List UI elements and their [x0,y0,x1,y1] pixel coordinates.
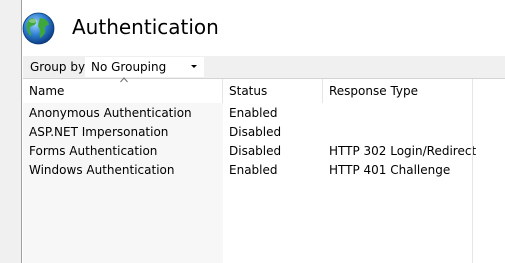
column-divider [472,79,473,263]
page-title: Authentication [72,15,219,39]
group-by-label: Group by: [30,60,89,74]
globe-icon [22,12,55,45]
group-by-value: No Grouping [91,60,167,74]
page-header: Authentication [22,0,505,56]
dropdown-arrow-icon [191,65,197,68]
column-header-response-type[interactable]: Response Type [323,79,473,103]
column-header-name[interactable]: Name [23,77,223,103]
row-status: Disabled [229,125,282,139]
table-row[interactable]: Windows Authentication Enabled HTTP 401 … [23,161,505,180]
table-row[interactable]: Forms Authentication Disabled HTTP 302 L… [23,142,505,161]
column-header-status-label: Status [229,84,268,98]
row-status: Disabled [229,144,282,158]
group-by-dropdown[interactable]: No Grouping [85,57,204,77]
group-by-toolbar: Group by: No Grouping [23,56,505,79]
row-status: Enabled [229,106,278,120]
features-list: Name Status Response Type Anonymous Auth… [23,77,505,263]
row-response-type: HTTP 302 Login/Redirect [329,144,477,158]
left-panel-edge [0,0,22,263]
table-row[interactable]: Anonymous Authentication Enabled [23,104,505,123]
row-name: Anonymous Authentication [29,106,192,120]
column-header-name-label: Name [29,84,65,98]
table-row[interactable]: ASP.NET Impersonation Disabled [23,123,505,142]
row-name: Forms Authentication [29,144,158,158]
row-response-type: HTTP 401 Challenge [329,163,451,177]
row-name: Windows Authentication [29,163,175,177]
column-header-response-label: Response Type [329,84,419,98]
column-header-status[interactable]: Status [223,79,323,103]
row-status: Enabled [229,163,278,177]
sort-ascending-icon [120,77,128,83]
row-name: ASP.NET Impersonation [29,125,169,139]
